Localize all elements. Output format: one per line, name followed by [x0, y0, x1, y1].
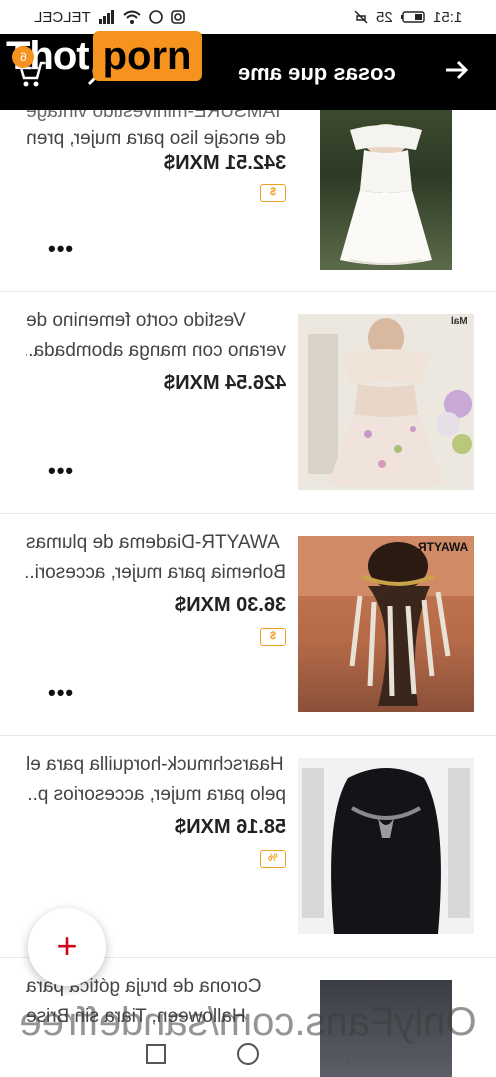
instagram-icon	[170, 10, 185, 24]
more-options-button[interactable]: •••	[48, 680, 74, 706]
product-price-text: 36.30 MXN$	[174, 594, 286, 616]
home-icon[interactable]	[236, 1042, 260, 1066]
list-item[interactable]: Mal Vestido corto femenino de verano con…	[0, 292, 496, 514]
hairpiece-illustration	[298, 758, 474, 934]
product-price: 342.51 MXN$	[164, 152, 286, 175]
product-title-line: pelo para mujer, accesorios p...	[26, 784, 286, 805]
dress-illustration	[340, 124, 432, 265]
more-options-button[interactable]: •••	[48, 236, 74, 262]
price-tag-badge: $	[260, 628, 286, 646]
watermark-logo: Thot porn	[6, 30, 202, 82]
navigation-bar	[0, 1030, 496, 1077]
wifi-icon	[123, 10, 141, 24]
product-image[interactable]: Mal	[298, 314, 474, 490]
mute-icon	[354, 10, 368, 24]
list-item[interactable]: AWAYTR AWAYTR-Diadema de plumas Bohemia …	[0, 514, 496, 736]
product-price-text: 342.51 MXN$	[163, 152, 286, 174]
recents-icon[interactable]	[144, 1042, 168, 1066]
product-title-line: Vestido corto femenino de	[26, 310, 246, 331]
product-price: 58.16 MXN$	[175, 816, 286, 839]
cart-count-badge: 6	[12, 46, 34, 68]
product-title-line: AWAYTR-Diadema de plumas	[26, 532, 280, 553]
status-right: 25 1:51	[354, 9, 462, 26]
clock: 1:51	[432, 8, 462, 26]
image-watermark-label: Mal	[451, 316, 468, 327]
battery-icon	[400, 11, 425, 23]
product-title: AWAYTR-Diadema de plumas Bohemia para mu…	[26, 528, 286, 588]
battery-percent: 25	[376, 8, 393, 26]
more-options-button[interactable]: •••	[48, 458, 74, 484]
logo-porn-text: porn	[92, 31, 202, 81]
product-title-line: IAMSURE-minivestido vintage	[26, 110, 281, 122]
price-tag-text: %	[268, 852, 278, 864]
feather-headband-illustration	[298, 536, 474, 706]
back-arrow-icon[interactable]	[442, 56, 470, 84]
floral-dress-illustration	[298, 314, 474, 490]
status-bar: TELCEL 25 1:51	[0, 0, 496, 34]
product-price-text: 426.54 MXN$	[163, 372, 286, 394]
price-tag-text: $	[269, 186, 277, 198]
product-title-line: de encaje liso para mujer, pren...	[26, 128, 286, 149]
product-title: Haarschmuck-horquilla para el pelo para …	[26, 750, 286, 810]
cart-count: 6	[19, 50, 27, 64]
product-title-line: verano con manga abombada...	[26, 340, 286, 361]
status-left: TELCEL	[34, 9, 185, 26]
price-tag-text: $	[269, 630, 277, 642]
product-image[interactable]: AWAYTR	[298, 536, 474, 712]
signal-icon	[98, 10, 114, 24]
page-title: cosas que ame	[238, 60, 396, 86]
page-title-text: cosas que ame	[238, 60, 396, 85]
product-image[interactable]	[298, 758, 474, 934]
product-title: Vestido corto femenino de verano con man…	[26, 306, 286, 366]
price-tag-badge: $	[260, 184, 286, 202]
carrier-label: TELCEL	[34, 8, 91, 26]
discount-tag-badge: %	[260, 850, 286, 868]
product-price-text: 58.16 MXN$	[174, 816, 286, 838]
product-title: IAMSURE-minivestido vintage de encaje li…	[26, 110, 286, 154]
whatsapp-icon	[148, 10, 163, 24]
product-title-line: Bohemia para mujer, accesori...	[26, 562, 286, 583]
product-price: 36.30 MXN$	[175, 594, 286, 617]
add-button[interactable]: +	[28, 908, 106, 986]
back-icon[interactable]	[328, 1042, 352, 1066]
list-item[interactable]: IAMSURE-minivestido vintage de encaje li…	[0, 110, 496, 292]
product-title-line: Haarschmuck-horquilla para el	[26, 754, 284, 775]
product-image[interactable]	[320, 110, 452, 270]
product-price: 426.54 MXN$	[164, 372, 286, 395]
add-icon: +	[56, 925, 78, 966]
image-brand-label: AWAYTR	[417, 540, 468, 554]
